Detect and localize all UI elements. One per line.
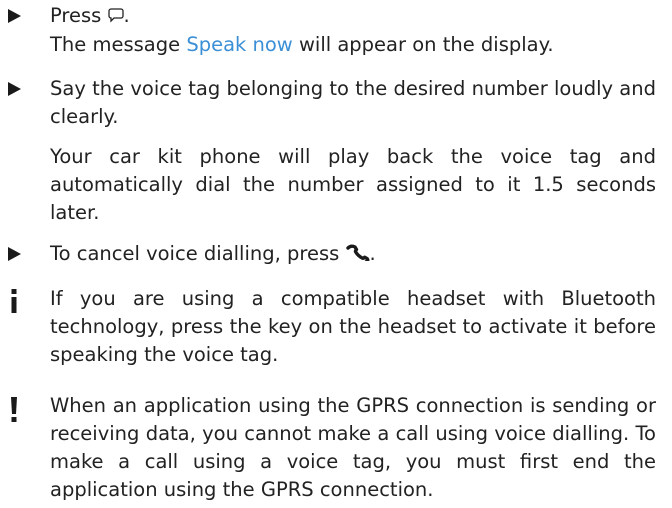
end-call-icon <box>345 241 370 269</box>
bullet-arrow-icon <box>8 247 21 261</box>
instruction-line-2: The message Speak now will appear on the… <box>50 31 656 59</box>
instruction-line-1: Press . <box>50 2 656 31</box>
instruction-suffix: . <box>369 242 376 265</box>
instruction-prefix: To cancel voice dialling, press <box>50 242 346 265</box>
warning-note: When an application using the GPRS conne… <box>0 392 656 507</box>
info-note-text: If you are using a compatible headset wi… <box>50 287 656 366</box>
bullet-arrow-icon <box>8 82 21 96</box>
bullet-arrow-icon <box>8 9 21 23</box>
instruction-say-voice-tag: Say the voice tag belonging to the desir… <box>0 75 656 224</box>
voice-key-icon <box>107 3 124 31</box>
instruction-followup: Your car kit phone will play back the vo… <box>50 145 656 224</box>
instruction-text: Press . The message Speak now will appea… <box>50 2 656 59</box>
instruction-press-voice-key: Press . The message Speak now will appea… <box>0 2 656 62</box>
instruction-text: To cancel voice dialling, press . <box>50 240 656 269</box>
instruction-text: Say the voice tag belonging to the desir… <box>50 75 656 227</box>
instruction-prefix: Press <box>50 4 108 27</box>
info-icon <box>9 288 19 322</box>
instruction-line: To cancel voice dialling, press . <box>50 240 656 269</box>
instruction-suffix: . <box>123 4 130 27</box>
info-note: If you are using a compatible headset wi… <box>0 285 656 375</box>
instruction-main: Say the voice tag belonging to the desir… <box>50 77 656 128</box>
warning-icon <box>9 396 19 432</box>
info-text: If you are using a compatible headset wi… <box>50 285 656 369</box>
speak-now-message: Speak now <box>186 32 293 56</box>
instruction-cancel-dialling: To cancel voice dialling, press . <box>0 240 656 270</box>
warning-text: When an application using the GPRS conne… <box>50 392 656 504</box>
warning-note-text: When an application using the GPRS conne… <box>50 394 656 501</box>
message-suffix: will appear on the display. <box>292 32 554 56</box>
message-prefix: The message <box>50 32 187 56</box>
